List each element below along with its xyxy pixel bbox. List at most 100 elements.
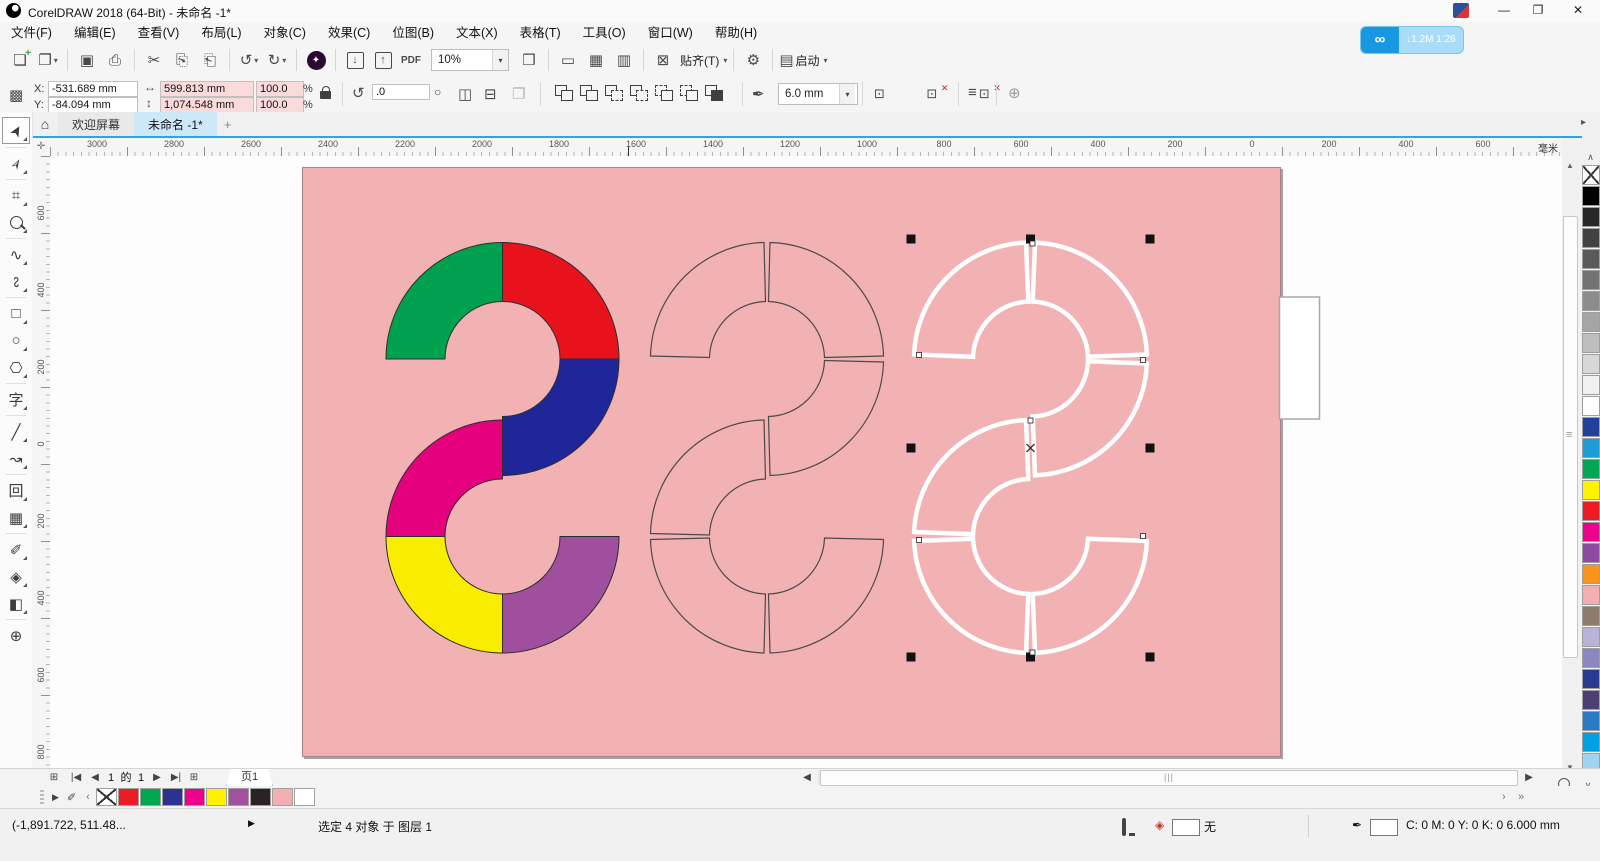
s1-purple-segment[interactable]: [503, 537, 620, 654]
open-file-dropdown-icon[interactable]: ▾: [54, 56, 58, 65]
snap-to-button[interactable]: 贴齐(T)▾: [678, 47, 727, 73]
menu-item-7[interactable]: 文本(X): [445, 22, 509, 44]
color-swatch[interactable]: [1582, 354, 1600, 374]
front-minus-back-button[interactable]: [655, 85, 674, 102]
fill-color-swatch[interactable]: [1172, 819, 1200, 836]
search-content-button[interactable]: ✦: [303, 47, 329, 73]
add-page-start-icon[interactable]: ⊞: [46, 769, 62, 787]
options-gear-button[interactable]: ⚙: [740, 47, 766, 73]
s3-white-segment[interactable]: [914, 243, 1028, 357]
previous-page-icon[interactable]: ◀: [88, 769, 102, 787]
smart-fill-tool[interactable]: ◧: [3, 591, 29, 616]
color-swatch[interactable]: [1582, 228, 1600, 248]
print-button[interactable]: ⎙: [102, 47, 128, 73]
crop-tool[interactable]: ⌗: [3, 183, 29, 208]
h-scroll-left-icon[interactable]: ◀: [800, 769, 814, 787]
color-swatch[interactable]: [162, 788, 183, 806]
new-tab-button[interactable]: +: [217, 112, 239, 136]
color-swatch[interactable]: [1582, 333, 1600, 353]
scroll-up-icon[interactable]: ▲: [1562, 158, 1578, 173]
weld-button[interactable]: [555, 85, 574, 102]
color-swatch[interactable]: [272, 788, 293, 806]
polygon-tool[interactable]: ⎔: [3, 355, 29, 380]
vertical-ruler[interactable]: 6004002000200400600800: [32, 156, 51, 768]
menu-item-2[interactable]: 查看(V): [127, 22, 191, 44]
redo-button[interactable]: ↻▾: [264, 47, 290, 73]
show-grid-button[interactable]: ▦: [583, 47, 609, 73]
color-swatch[interactable]: [140, 788, 161, 806]
add-plugin-icon[interactable]: ⊕: [1008, 84, 1021, 102]
undo-button[interactable]: ↺▾: [236, 47, 262, 73]
color-swatch[interactable]: [1582, 606, 1600, 626]
undo-dropdown-icon[interactable]: ▾: [254, 56, 258, 65]
menu-item-0[interactable]: 文件(F): [0, 22, 63, 44]
launch-button[interactable]: ▤启动▾: [779, 47, 827, 73]
zoom-level-dropdown-icon[interactable]: ▾: [492, 50, 508, 70]
selection-handle[interactable]: [907, 653, 916, 662]
object-width-input[interactable]: [160, 81, 254, 97]
freehand-tool[interactable]: ∿: [3, 242, 29, 267]
s1-blue-segment[interactable]: [503, 359, 620, 476]
close-button[interactable]: ✕: [1562, 0, 1594, 21]
menu-item-11[interactable]: 帮助(H): [704, 22, 768, 44]
color-swatch[interactable]: [1582, 690, 1600, 710]
color-proof-icon[interactable]: [1122, 818, 1126, 836]
next-page-icon[interactable]: ▶: [150, 769, 164, 787]
open-file-button[interactable]: ❐▾: [35, 47, 61, 73]
s2-outline-segment[interactable]: [651, 420, 766, 535]
snap-to-dropdown-icon[interactable]: ▾: [723, 56, 727, 65]
menu-item-1[interactable]: 编辑(E): [63, 22, 127, 44]
color-swatch[interactable]: [1582, 249, 1600, 269]
color-swatch[interactable]: [118, 788, 139, 806]
zoom-tool[interactable]: [3, 210, 29, 235]
color-swatch[interactable]: [96, 788, 117, 806]
zoom-level-combo[interactable]: 10%▾: [431, 49, 509, 71]
node-edit-1-button[interactable]: ⊡: [874, 86, 894, 104]
offpage-object[interactable]: [1280, 297, 1320, 419]
home-tab-icon[interactable]: ⌂: [32, 112, 58, 136]
mirror-horizontal-icon[interactable]: ◫: [458, 85, 472, 103]
horizontal-scroll-thumb[interactable]: |||: [820, 770, 1518, 786]
palette-scroll-right-icon[interactable]: ›: [1502, 791, 1506, 803]
s1-magenta-segment[interactable]: [386, 420, 503, 537]
horizontal-ruler[interactable]: 毫米 3000280026002400220020001800160014001…: [50, 138, 1562, 157]
add-page-end-icon[interactable]: ⊞: [186, 769, 202, 787]
tab-scroll-right-icon[interactable]: ▸: [1581, 117, 1586, 128]
color-swatch[interactable]: [1582, 522, 1600, 542]
palette-drag-handle[interactable]: [40, 790, 44, 804]
menu-item-5[interactable]: 效果(C): [317, 22, 381, 44]
menu-item-3[interactable]: 布局(L): [190, 22, 252, 44]
color-swatch[interactable]: [1582, 270, 1600, 290]
menu-item-10[interactable]: 窗口(W): [637, 22, 704, 44]
align-distribute-button[interactable]: ≡: [968, 84, 977, 101]
snap-off-button[interactable]: ⊠: [650, 47, 676, 73]
new-document-button[interactable]: ❏+: [7, 47, 33, 73]
angle-circle-icon[interactable]: ○: [434, 85, 441, 99]
color-swatch[interactable]: [1582, 459, 1600, 479]
s2-outline-segment[interactable]: [651, 538, 766, 653]
full-screen-preview-button[interactable]: ❒: [516, 47, 542, 73]
last-page-icon[interactable]: ▶|: [166, 769, 186, 787]
dimension-tool[interactable]: ╱: [3, 419, 29, 444]
palette-flyout-icon[interactable]: ▶: [52, 792, 59, 803]
paste-button[interactable]: ⎗: [197, 47, 223, 73]
drawing-canvas[interactable]: [50, 156, 1562, 768]
copy-button[interactable]: ⎘: [169, 47, 195, 73]
lock-ratio-icon[interactable]: [320, 91, 331, 99]
node-edit-2-button[interactable]: ⊡✕: [926, 86, 946, 104]
selection-handle[interactable]: [1146, 444, 1155, 453]
ruler-origin-icon[interactable]: ✛: [32, 138, 51, 157]
color-swatch[interactable]: [1582, 480, 1600, 500]
interactive-fill-tool[interactable]: ◈: [3, 564, 29, 589]
color-swatch[interactable]: [206, 788, 227, 806]
restore-button[interactable]: ❐: [1522, 0, 1554, 21]
color-swatch[interactable]: [1582, 732, 1600, 752]
color-swatch[interactable]: [1582, 312, 1600, 332]
show-rulers-button[interactable]: ▭: [555, 47, 581, 73]
palette-eyedropper-icon[interactable]: ✐: [67, 791, 76, 804]
simplify-button[interactable]: [630, 85, 649, 102]
text-tool[interactable]: 字: [3, 387, 29, 412]
first-page-icon[interactable]: |◀: [66, 769, 86, 787]
notification-icon[interactable]: [1453, 3, 1469, 18]
menu-item-4[interactable]: 对象(C): [253, 22, 317, 44]
